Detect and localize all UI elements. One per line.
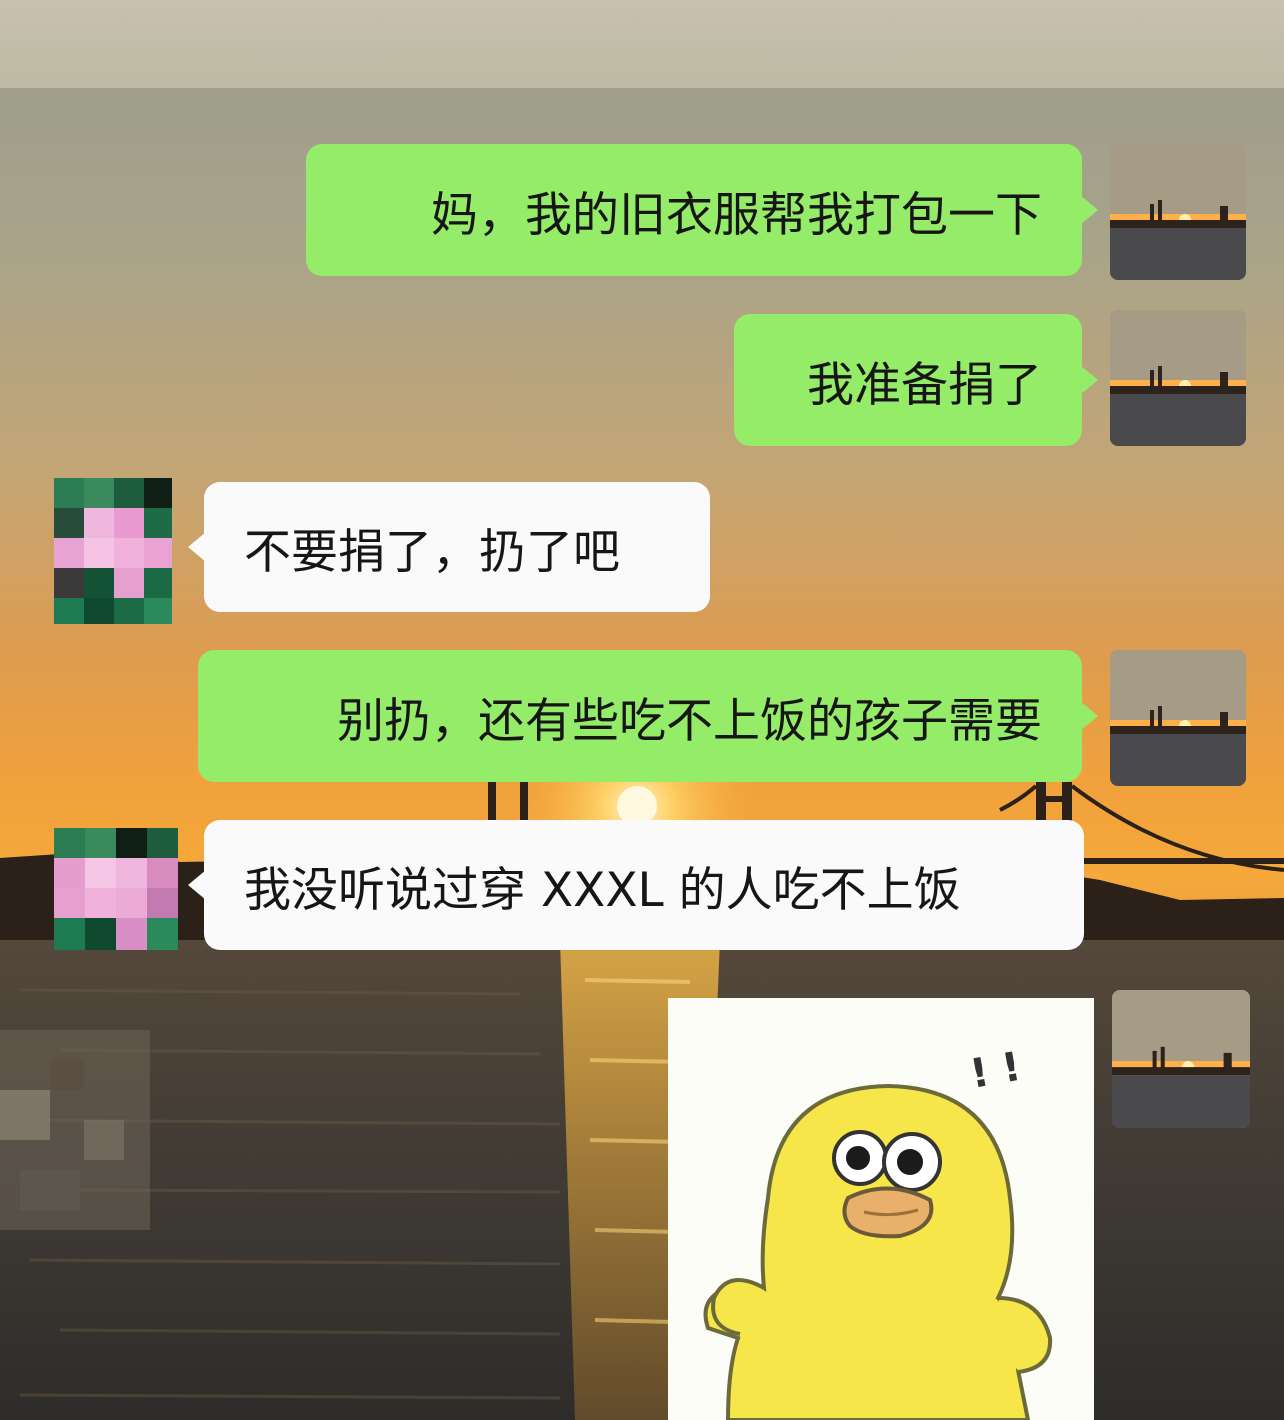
- message-text: 妈，我的旧衣服帮我打包一下: [431, 187, 1042, 243]
- message-bubble-received[interactable]: 我没听说过穿 XXXL 的人吃不上饭: [188, 820, 1084, 950]
- my-avatar[interactable]: [1110, 144, 1246, 280]
- my-avatar[interactable]: [1112, 990, 1250, 1128]
- my-avatar[interactable]: [1110, 310, 1246, 446]
- mom-avatar[interactable]: [54, 478, 172, 624]
- sunset-avatar-icon: [1110, 310, 1246, 446]
- yellow-duck-sticker-icon: ! !: [668, 998, 1094, 1420]
- message-bubble-sent[interactable]: 我准备捐了: [734, 314, 1098, 446]
- top-bar: [0, 0, 1284, 88]
- duck-sticker[interactable]: ! !: [668, 998, 1094, 1420]
- pixelated-area: [0, 1030, 150, 1230]
- mom-avatar[interactable]: [54, 828, 178, 950]
- sunset-avatar-icon: [1110, 144, 1246, 280]
- message-text: 别扔，还有些吃不上饭的孩子需要: [337, 693, 1042, 749]
- sunset-avatar-icon: [1112, 990, 1250, 1128]
- message-bubble-sent[interactable]: 别扔，还有些吃不上饭的孩子需要: [198, 650, 1098, 782]
- message-bubble-received[interactable]: 不要捐了，扔了吧: [188, 482, 710, 612]
- pixelated-flower-avatar-icon: [54, 828, 178, 950]
- message-text: 我准备捐了: [807, 357, 1042, 413]
- message-text: 我没听说过穿 XXXL 的人吃不上饭: [244, 862, 961, 918]
- pixelated-flower-avatar-icon: [54, 478, 172, 624]
- sunset-avatar-icon: [1110, 650, 1246, 786]
- sticker-exclamation: ! !: [967, 1044, 1025, 1098]
- message-text: 不要捐了，扔了吧: [244, 524, 620, 580]
- my-avatar[interactable]: [1110, 650, 1246, 786]
- message-bubble-sent[interactable]: 妈，我的旧衣服帮我打包一下: [306, 144, 1098, 276]
